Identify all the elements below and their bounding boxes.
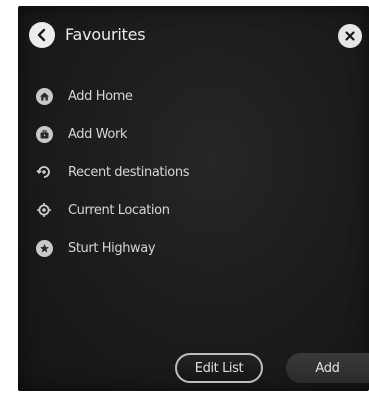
recent-destinations-icon bbox=[35, 163, 53, 181]
list-item-sturt-highway[interactable]: Sturt Highway bbox=[28, 233, 348, 263]
home-icon bbox=[35, 87, 53, 105]
list-item-label: Recent destinations bbox=[68, 164, 190, 180]
back-button[interactable] bbox=[29, 22, 55, 48]
list-item-label: Add Work bbox=[68, 126, 128, 142]
chevron-left-icon bbox=[37, 28, 46, 42]
current-location-icon bbox=[35, 201, 53, 219]
list-item-add-home[interactable]: Add Home bbox=[28, 81, 348, 111]
close-icon bbox=[345, 31, 355, 41]
list-item-recent-destinations[interactable]: Recent destinations bbox=[28, 157, 348, 187]
list-item-add-work[interactable]: Add Work bbox=[28, 119, 348, 149]
list-item-label: Add Home bbox=[68, 88, 133, 104]
list-item-label: Current Location bbox=[68, 202, 170, 218]
edit-list-button[interactable]: Edit List bbox=[175, 353, 263, 383]
page-title: Favourites bbox=[65, 25, 146, 44]
close-button[interactable] bbox=[338, 24, 362, 48]
add-button[interactable]: Add bbox=[286, 353, 369, 383]
work-icon bbox=[35, 125, 53, 143]
list-item-label: Sturt Highway bbox=[68, 240, 156, 256]
favourites-panel: Favourites Add Home Add Work Recent dest… bbox=[18, 6, 369, 391]
star-icon bbox=[35, 239, 53, 257]
list-item-current-location[interactable]: Current Location bbox=[28, 195, 348, 225]
header: Favourites bbox=[18, 6, 369, 62]
